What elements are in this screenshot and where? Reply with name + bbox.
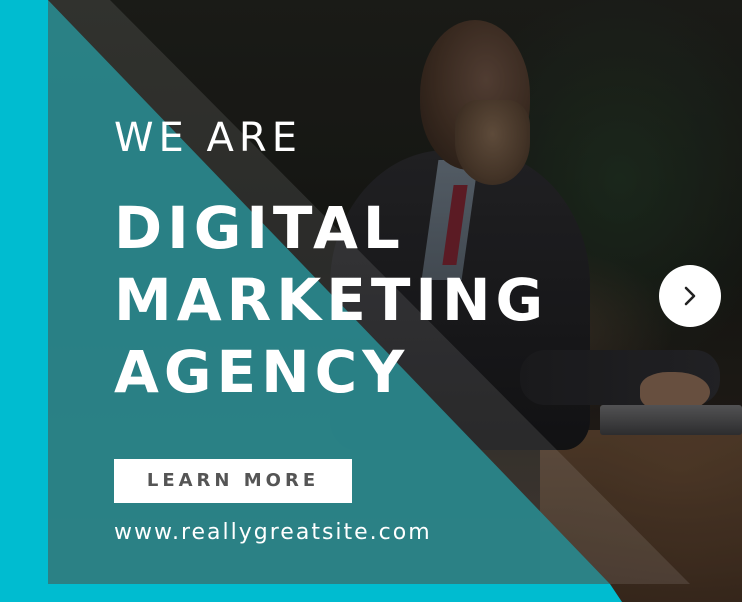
- eyebrow-text: WE ARE: [114, 115, 302, 161]
- website-link[interactable]: www.reallygreatsite.com: [114, 520, 432, 545]
- headline: DIGITAL MARKETING AGENCY: [114, 192, 548, 408]
- headline-line-2: MARKETING: [114, 266, 549, 334]
- headline-line-3: AGENCY: [114, 338, 410, 406]
- chevron-right-icon: [684, 286, 696, 306]
- next-slide-button[interactable]: [659, 265, 721, 327]
- headline-block: WE ARE DIGITAL MARKETING AGENCY: [114, 112, 548, 408]
- banner: WE ARE DIGITAL MARKETING AGENCY LEARN MO…: [0, 0, 742, 602]
- learn-more-button[interactable]: LEARN MORE: [114, 459, 352, 503]
- headline-line-1: DIGITAL: [114, 194, 405, 262]
